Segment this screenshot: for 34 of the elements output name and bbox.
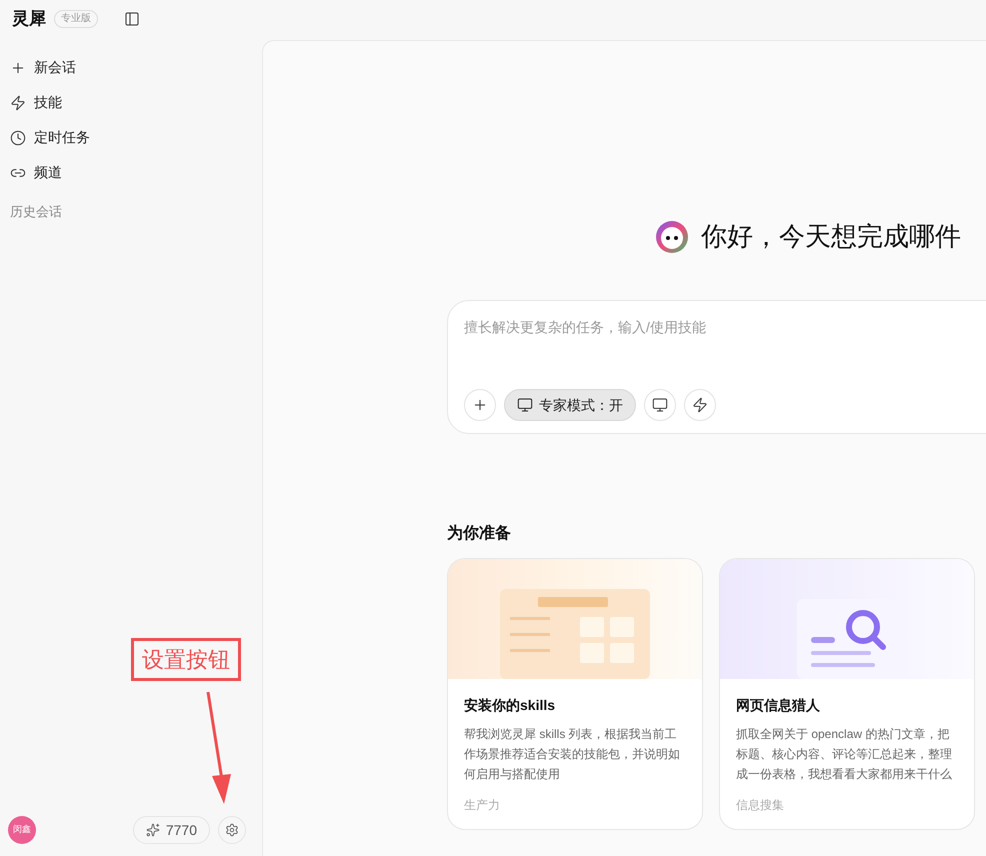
card-title: 安装你的skills	[464, 696, 556, 715]
nav-item[interactable]: 新会话	[0, 50, 262, 85]
nav-item[interactable]: 技能	[0, 85, 262, 120]
screen-button[interactable]	[644, 389, 676, 421]
monitor-icon	[652, 397, 668, 413]
settings-icon	[225, 823, 239, 837]
section-title: 为你准备	[447, 524, 512, 544]
skills-button[interactable]	[684, 389, 716, 421]
points-button[interactable]: 7770	[132, 816, 210, 844]
lightning-icon	[10, 94, 26, 110]
suggestion-card[interactable]: 网页信息猎人 抓取全网关于 openclaw 的热门文章，把标题、核心内容、评论等汇总起来，整理成一份表格，我想看看大家都用来干什么 信息搜集	[719, 558, 975, 830]
prompt-input[interactable]: 擅长解决更复杂的任务，输入/使用技能	[464, 317, 986, 338]
edition-tag: 专业版	[54, 10, 98, 28]
expert-mode-toggle[interactable]: 专家模式：开	[504, 389, 636, 421]
card-description: 抓取全网关于 openclaw 的热门文章，把标题、核心内容、评论等汇总起来，整理成一份表格，我想看看大家都用来干什么	[736, 726, 953, 783]
settings-button[interactable]	[218, 816, 246, 844]
history-heading: 历史会话	[9, 203, 63, 221]
monitor-icon	[517, 397, 533, 413]
nav-item[interactable]: 频道	[0, 155, 262, 190]
card-tag: 信息搜集	[736, 796, 958, 814]
lightning-icon	[692, 397, 708, 413]
nav-item[interactable]: 定时任务	[0, 120, 262, 155]
clock-icon	[10, 130, 26, 146]
suggestion-card[interactable]: 安装你的skills 帮我浏览灵犀 skills 列表，根据我当前工作场景推荐适合安装的技能包，并说明如何启用与搭配使用 生产力	[447, 558, 703, 830]
plus-icon	[472, 397, 488, 413]
greeting-heading: 你好，今天想完成哪件	[701, 220, 961, 253]
mascot-logo	[655, 220, 689, 254]
sparkle-icon	[146, 823, 160, 837]
annotation-label: 设置按钮	[131, 638, 241, 681]
card-description: 帮我浏览灵犀 skills 列表，根据我当前工作场景推荐适合安装的技能包，并说明如何启用与搭配使用	[464, 726, 681, 783]
sidebar-icon	[124, 11, 140, 27]
card-tag: 生产力	[464, 796, 686, 814]
card-title: 网页信息猎人	[736, 696, 821, 715]
app-name: 灵犀	[12, 8, 46, 30]
